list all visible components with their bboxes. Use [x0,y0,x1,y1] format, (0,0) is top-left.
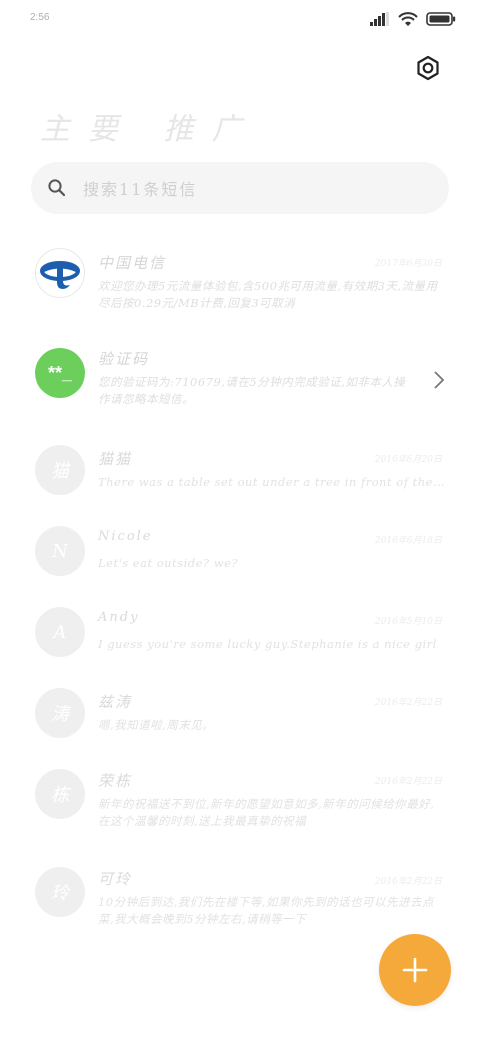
message-preview: Let's eat outside? we? [98,556,239,570]
message-item[interactable]: 涛 兹涛 2016年2月22日 嗯,我知道啦,周末见。 [0,683,480,753]
avatar: 栋 [35,769,85,819]
search-input[interactable] [81,162,435,216]
avatar: **_ [35,348,85,398]
battery-icon [426,12,456,26]
search-icon [48,179,66,197]
sender-name: 荣栋 [98,772,133,790]
compose-button[interactable] [379,934,451,1006]
china-telecom-logo-icon [40,261,80,289]
message-preview: 嗯,我知道啦,周末见。 [98,718,215,732]
message-date: 2016年6月20日 [374,455,442,465]
wifi-icon [398,11,418,26]
message-item[interactable]: 栋 荣栋 2016年2月22日 新年的祝福送不到位,新年的愿望如意如多,新年的问… [0,766,480,856]
status-time: 2:56 [30,12,50,23]
message-preview: 欢迎您办理5元流量体验包,含500兆可用流量,有效期3天,流量用尽后按0.29元… [98,279,438,310]
message-item[interactable]: N Nicole 2016年6月18日 Let's eat outside? w… [0,521,480,591]
sender-name: Andy [98,610,140,625]
avatar: 涛 [35,688,85,738]
settings-button[interactable] [410,50,446,86]
message-item[interactable]: 猫 猫猫 2016年6月20日 There was a table set ou… [0,440,480,510]
chevron-right-icon[interactable] [432,370,446,390]
avatar: 玲 [35,867,85,917]
gear-icon [417,55,439,81]
sender-name: 中国电信 [98,254,167,272]
sender-name: 可玲 [98,870,133,888]
message-date: 2016年2月22日 [374,777,442,787]
search-bar[interactable] [31,162,449,216]
message-item[interactable]: A Andy 2016年5月10日 I guess you're some lu… [0,602,480,672]
message-preview: 您的验证码为:710679,请在5分钟内完成验证,如非本人操作请忽略本短信。 [98,375,406,406]
message-date: 2016年6月18日 [374,536,442,546]
message-item-china-telecom[interactable]: 中国电信 2017年6月30日 欢迎您办理5元流量体验包,含500兆可用流量,有… [0,240,480,320]
sender-name: 猫猫 [98,450,133,468]
page-title: 主要 推广 [40,112,260,147]
message-date: 2016年2月22日 [374,877,442,887]
message-preview: 新年的祝福送不到位,新年的愿望如意如多,新年的问候给你最好,在这个温馨的时刻,送… [98,797,435,828]
message-date: 2017年6月30日 [374,259,442,269]
message-item-verification[interactable]: **_ 验证码 您的验证码为:710679,请在5分钟内完成验证,如非本人操作请… [0,340,480,420]
avatar: 猫 [35,445,85,495]
message-date: 2016年2月22日 [374,698,442,708]
sender-name: 兹涛 [98,693,133,711]
signal-icon [370,12,389,26]
sender-name: 验证码 [98,350,150,368]
message-preview: I guess you're some lucky guy.Stephanie … [98,637,437,651]
sender-name: Nicole [98,529,153,544]
message-date: 2016年5月10日 [374,617,442,627]
message-preview: 10分钟后到达,我们先在楼下等,如果你先到的话也可以先进去点菜,我大概会晚到5分… [98,895,434,926]
avatar: A [35,607,85,657]
status-bar: 2:56 [0,0,480,40]
status-icons [370,10,456,28]
avatar [35,248,85,298]
avatar: N [35,526,85,576]
message-item[interactable]: 玲 可玲 2016年2月22日 10分钟后到达,我们先在楼下等,如果你先到的话也… [0,862,480,932]
plus-icon [402,957,428,983]
message-preview: There was a table set out under a tree i… [98,475,446,489]
